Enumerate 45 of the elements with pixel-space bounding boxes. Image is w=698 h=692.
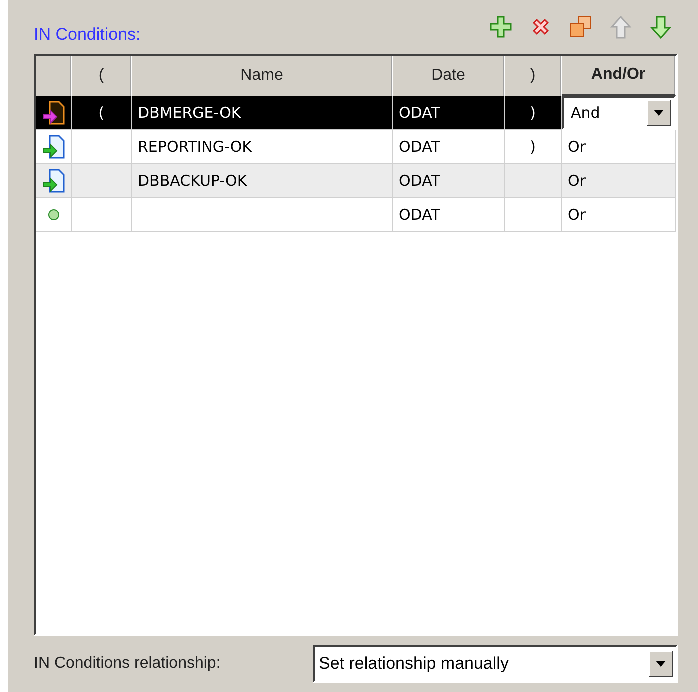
column-header[interactable]: And/Or (562, 56, 676, 96)
table-cell: DBMERGE-OK (132, 96, 393, 130)
column-header[interactable]: ) (505, 56, 562, 96)
table-cell (72, 130, 132, 164)
down-button[interactable] (648, 14, 674, 40)
and-or-dropdown[interactable]: And (562, 96, 676, 130)
caret-icon (656, 661, 666, 667)
table-cell: DBBACKUP-OK (132, 164, 393, 198)
close-icon (531, 17, 551, 37)
caret-icon (654, 110, 664, 116)
table-cell: ODAT (393, 198, 505, 232)
down-arrow-icon (650, 16, 672, 38)
table-cell: ODAT (393, 164, 505, 198)
document-arrow-icon (42, 168, 64, 192)
circle-icon (48, 208, 60, 220)
add-button[interactable] (488, 14, 514, 40)
up-arrow-icon (610, 16, 632, 38)
relationship-label: IN Conditions relationship: (34, 655, 221, 673)
table-cell[interactable] (36, 96, 72, 130)
table-cell[interactable] (36, 198, 72, 232)
column-header[interactable]: Name (132, 56, 393, 96)
plus-icon (490, 16, 512, 38)
column-header[interactable]: Date (393, 56, 505, 96)
table-cell: ) (505, 130, 562, 164)
table-cell (505, 198, 562, 232)
table-cell: ODAT (393, 96, 505, 130)
copy-button[interactable] (568, 14, 594, 40)
document-arrow-icon (42, 134, 64, 158)
table-cell: REPORTING-OK (132, 130, 393, 164)
document-arrow-icon (42, 100, 64, 124)
table-cell[interactable] (36, 164, 72, 198)
table-cell: Or (562, 198, 676, 232)
table-cell (72, 164, 132, 198)
section-title: IN Conditions: (34, 25, 141, 45)
table-cell: ) (505, 96, 562, 130)
table-cell: Or (562, 130, 676, 164)
table-cell: ODAT (393, 130, 505, 164)
relationship-dropdown[interactable]: Set relationship manually (313, 645, 678, 683)
table-cell (72, 198, 132, 232)
table-cell[interactable] (36, 130, 72, 164)
table-cell (505, 164, 562, 198)
column-header[interactable]: ( (72, 56, 132, 96)
table-cell: Or (562, 164, 676, 198)
copy-icon (569, 15, 593, 39)
table-cell: ( (72, 96, 132, 130)
